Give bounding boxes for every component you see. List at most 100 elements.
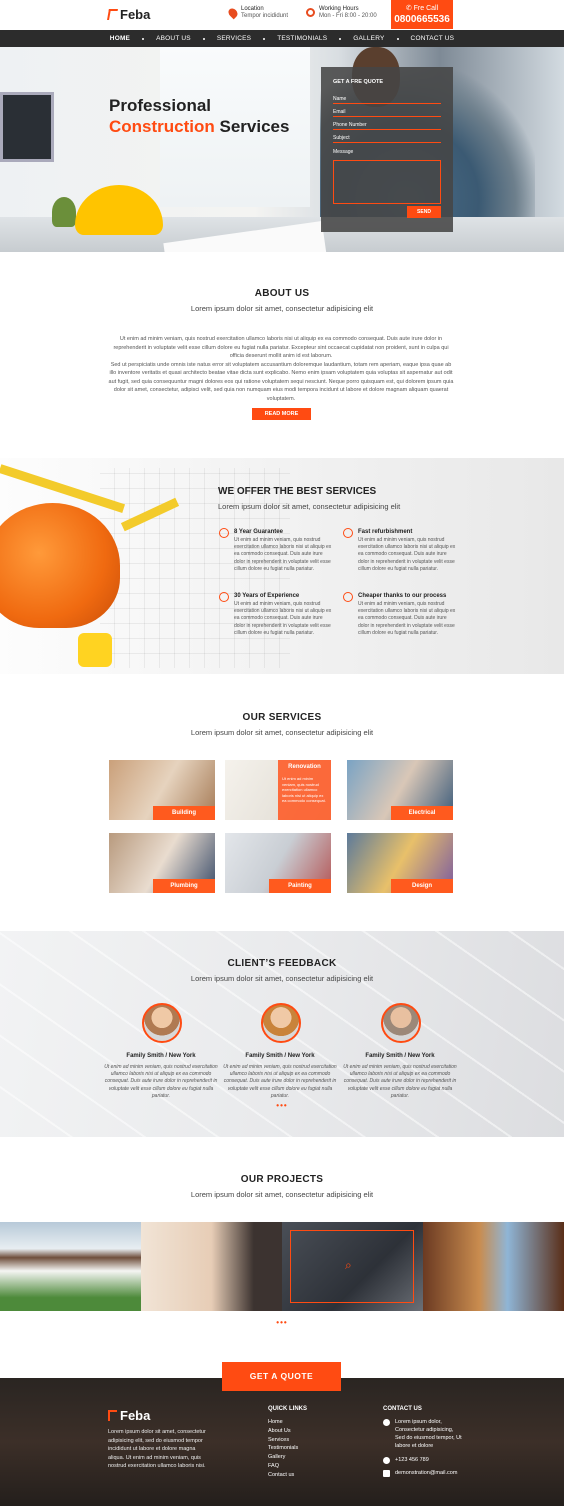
footer-link-gallery[interactable]: Gallery xyxy=(268,1453,298,1462)
project-image-house[interactable] xyxy=(0,1222,141,1311)
contact-title: CONTACT US xyxy=(383,1406,422,1412)
hours-info: Working Hours Mon - Fri 8:00 - 20:00 xyxy=(306,6,377,20)
testimonial-name: Family Smith / New York xyxy=(365,1053,435,1059)
hero-monitor-image xyxy=(0,92,54,162)
quote-form: GET A FRE QUOTE Name Email Phone Number … xyxy=(321,67,453,232)
feature-item: Fast refurbishment Ut enim ad minim veni… xyxy=(343,528,458,583)
footer-description: Lorem ipsum dolor sit amet, consectetur … xyxy=(108,1429,206,1469)
nav-gallery[interactable]: GALLERY xyxy=(341,35,396,42)
service-card-design[interactable]: Design xyxy=(347,833,453,893)
get-quote-button[interactable]: GET A QUOTE xyxy=(222,1362,341,1391)
nav-about[interactable]: ABOUT US xyxy=(144,35,203,42)
about-title: ABOUT US xyxy=(254,288,310,299)
logo-icon xyxy=(107,9,118,20)
about-paragraph-2: Sed ut perspiciatis unde omnis iste natu… xyxy=(108,361,454,402)
service-card-painting[interactable]: Painting xyxy=(225,833,331,893)
feature-text: Ut enim ad minim veniam, quis nostrud ex… xyxy=(358,601,456,636)
hero-title: Professional Construction Services xyxy=(109,95,289,137)
testimonial-card: Family Smith / New York Ut enim ad minim… xyxy=(220,1003,340,1103)
phone-field[interactable]: Phone Number xyxy=(333,117,441,130)
experience-icon xyxy=(219,592,229,602)
projects-title: OUR PROJECTS xyxy=(240,1174,324,1185)
footer-link-home[interactable]: Home xyxy=(268,1418,298,1427)
service-card-building[interactable]: Building xyxy=(109,760,215,820)
project-image-dining[interactable] xyxy=(423,1222,564,1311)
project-hover-frame xyxy=(290,1230,414,1303)
send-button[interactable]: SEND xyxy=(407,206,441,218)
feature-title: Fast refurbishment xyxy=(358,529,413,535)
feature-title: 30 Years of Experience xyxy=(234,593,300,599)
mail-icon xyxy=(383,1470,390,1477)
email-text[interactable]: demonstration@mail.com xyxy=(395,1469,457,1477)
logo[interactable]: Feba xyxy=(107,7,151,22)
footer-brand-name: Feba xyxy=(120,1408,151,1423)
message-label: Message xyxy=(333,149,354,155)
service-label: Building xyxy=(153,806,215,820)
service-overlay: Renovation Ut enim ad minim veniam, quis … xyxy=(278,760,331,820)
logo-icon xyxy=(108,1410,117,1421)
footer-link-services[interactable]: Services xyxy=(268,1436,298,1445)
search-icon[interactable]: ⌕ xyxy=(345,1258,352,1273)
top-bar: Feba Location Tempor incididunt Working H… xyxy=(0,0,564,30)
about-subtitle: Lorem ipsum dolor sit amet, consectetur … xyxy=(190,304,374,313)
guarantee-icon xyxy=(219,528,229,538)
testimonial-name: Family Smith / New York xyxy=(126,1053,196,1059)
nav-services[interactable]: SERVICES xyxy=(205,35,263,42)
service-card-electrical[interactable]: Electrical xyxy=(347,760,453,820)
location-icon xyxy=(383,1419,390,1426)
project-image-bathroom[interactable] xyxy=(141,1222,282,1311)
location-value: Tempor incididunt xyxy=(241,13,289,19)
footer-link-testimonials[interactable]: Testimonials xyxy=(268,1444,298,1453)
offer-subtitle: Lorem ipsum dolor sit amet, consectetur … xyxy=(218,502,401,511)
phone-text: +123 456 789 xyxy=(395,1457,429,1463)
call-label: Fre Call xyxy=(413,5,439,12)
feature-title: 8 Year Guarantee xyxy=(234,529,283,535)
name-field[interactable]: Name xyxy=(333,91,441,104)
nav-testimonials[interactable]: TESTIMONIALS xyxy=(265,35,339,42)
service-label: Painting xyxy=(269,879,331,893)
hero-title-highlight: Construction xyxy=(109,117,215,136)
map-pin-icon xyxy=(226,6,240,20)
contact-email: demonstration@mail.com xyxy=(383,1469,457,1477)
hero-helmet xyxy=(75,185,163,235)
feature-text: Ut enim ad minim veniam, quis nostrud ex… xyxy=(234,537,332,572)
services-title: OUR SERVICES xyxy=(242,712,322,723)
phone-icon xyxy=(383,1457,390,1464)
nav-home[interactable]: HOME xyxy=(98,35,142,42)
phone-icon: ✆ xyxy=(405,5,414,12)
nav-contact[interactable]: CONTACT US xyxy=(399,35,467,42)
feedback-title: CLIENT’S FEEDBACK xyxy=(227,958,337,969)
contact-address: Lorem ipsum dolor, Consectetur adipisici… xyxy=(383,1418,463,1450)
avatar xyxy=(381,1003,421,1043)
message-field[interactable] xyxy=(333,160,441,204)
read-more-button[interactable]: READ MORE xyxy=(252,408,311,420)
footer-link-faq[interactable]: FAQ xyxy=(268,1462,298,1471)
process-icon xyxy=(343,592,353,602)
hero-title-line1: Professional xyxy=(109,96,212,115)
feature-text: Ut enim ad minim veniam, quis nostrud ex… xyxy=(234,601,332,636)
contact-phone: +123 456 789 xyxy=(383,1456,429,1464)
service-card-plumbing[interactable]: Plumbing xyxy=(109,833,215,893)
brand-name: Feba xyxy=(120,7,151,22)
footer-logo[interactable]: Feba xyxy=(108,1408,150,1423)
project-image-kitchen[interactable]: ⌕ xyxy=(282,1222,423,1311)
call-number: 0800665536 xyxy=(394,14,450,25)
feature-title: Cheaper thanks to our process xyxy=(358,593,447,599)
footer-link-contact[interactable]: Contact us xyxy=(268,1471,298,1480)
hero-title-rest: Services xyxy=(219,117,290,136)
projects-subtitle: Lorem ipsum dolor sit amet, consectetur … xyxy=(190,1190,374,1199)
feedback-pagination[interactable]: ••• xyxy=(0,1101,564,1110)
subject-field[interactable]: Subject xyxy=(333,130,441,143)
service-card-renovation[interactable]: Renovation Ut enim ad minim veniam, quis … xyxy=(225,760,331,820)
projects-pagination[interactable]: ••• xyxy=(0,1318,564,1327)
avatar xyxy=(142,1003,182,1043)
feature-item: Cheaper thanks to our process Ut enim ad… xyxy=(343,592,458,647)
location-info: Location Tempor incididunt xyxy=(226,6,289,20)
avatar xyxy=(261,1003,301,1043)
footer-link-about[interactable]: About Us xyxy=(268,1427,298,1436)
call-button[interactable]: ✆ Fre Call 0800665536 xyxy=(391,0,453,29)
location-title: Location xyxy=(241,6,264,12)
email-field[interactable]: Email xyxy=(333,104,441,117)
about-paragraph-1: Ut enim ad minim veniam, quis nostrud ex… xyxy=(113,336,449,359)
tape-measure-image xyxy=(78,633,112,667)
